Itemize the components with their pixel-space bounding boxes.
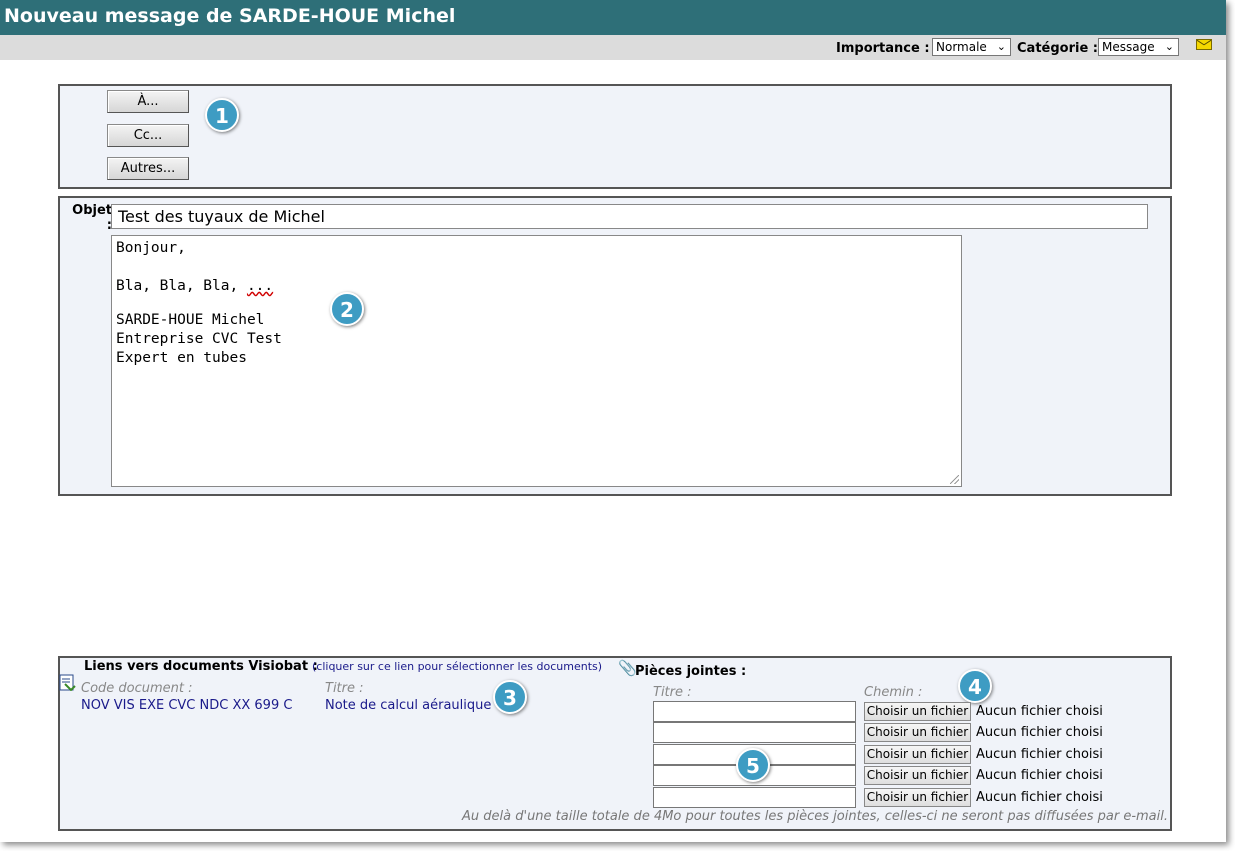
- file-status-4: Aucun fichier choisi: [976, 768, 1103, 783]
- paperclip-icon: 📎: [618, 659, 637, 677]
- attachments-heading: Pièces jointes :: [635, 664, 747, 679]
- callout-badge-4: 4: [958, 669, 992, 703]
- choose-file-button-1[interactable]: Choisir un fichier: [864, 702, 971, 721]
- attachment-title-input-1[interactable]: [653, 701, 856, 722]
- others-button[interactable]: Autres...: [107, 157, 189, 180]
- code-document-header: Code document :: [81, 681, 193, 696]
- subject-input[interactable]: Test des tuyaux de Michel: [111, 204, 1148, 229]
- file-status-2: Aucun fichier choisi: [976, 725, 1103, 740]
- misspelled-word: ...: [246, 278, 274, 294]
- resize-grip-icon[interactable]: [950, 475, 959, 484]
- body-text: Bla, Bla, Bla, ...: [116, 278, 274, 294]
- options-toolbar: Importance : Normale ⌄ Catégorie : Messa…: [0, 35, 1226, 60]
- callout-badge-3: 3: [493, 680, 527, 714]
- cc-button[interactable]: Cc...: [107, 124, 189, 147]
- doc-title-header: Titre :: [325, 681, 364, 696]
- file-status-5: Aucun fichier choisi: [976, 790, 1103, 805]
- importance-value: Normale: [936, 40, 987, 54]
- category-label: Catégorie :: [1017, 41, 1098, 56]
- document-title[interactable]: Note de calcul aéraulique: [325, 698, 491, 713]
- body-line: Expert en tubes: [116, 350, 247, 366]
- attachments-size-note: Au delà d'une taille totale de 4Mo pour …: [462, 809, 1168, 824]
- chevron-down-icon: ⌄: [1164, 40, 1174, 53]
- attachment-path-header: Chemin :: [864, 685, 923, 700]
- message-window: Nouveau message de SARDE-HOUE Michel Imp…: [0, 0, 1226, 842]
- body-line: Bonjour,: [116, 240, 186, 256]
- choose-file-button-3[interactable]: Choisir un fichier: [864, 745, 971, 764]
- choose-file-button-4[interactable]: Choisir un fichier: [864, 766, 971, 785]
- category-select[interactable]: Message ⌄: [1098, 38, 1179, 56]
- body-line: Bla, Bla, Bla, ...: [116, 278, 273, 294]
- attachment-title-input-2[interactable]: [653, 722, 856, 743]
- document-code[interactable]: NOV VIS EXE CVC NDC XX 699 C: [81, 698, 292, 713]
- subject-label: Objet :: [72, 203, 112, 233]
- body-line: Entreprise CVC Test: [116, 331, 282, 347]
- chevron-down-icon: ⌄: [996, 40, 1006, 53]
- file-status-3: Aucun fichier choisi: [976, 747, 1103, 762]
- choose-file-button-5[interactable]: Choisir un fichier: [864, 788, 971, 807]
- callout-badge-2: 2: [330, 292, 364, 326]
- select-documents-link[interactable]: (cliquer sur ce lien pour sélectionner l…: [312, 660, 602, 673]
- body-line: SARDE-HOUE Michel: [116, 312, 265, 328]
- message-body-textarea[interactable]: Bonjour, Bla, Bla, Bla, ... SARDE-HOUE M…: [111, 235, 962, 487]
- envelope-icon[interactable]: [1196, 39, 1212, 50]
- document-link-icon[interactable]: [59, 674, 77, 691]
- importance-label: Importance :: [836, 41, 930, 56]
- to-button[interactable]: À...: [107, 90, 189, 113]
- attachment-title-input-5[interactable]: [653, 787, 856, 808]
- callout-badge-1: 1: [205, 98, 239, 132]
- callout-badge-5: 5: [736, 748, 770, 782]
- window-title: Nouveau message de SARDE-HOUE Michel: [0, 0, 1226, 35]
- category-value: Message: [1102, 40, 1155, 54]
- file-status-1: Aucun fichier choisi: [976, 704, 1103, 719]
- links-heading: Liens vers documents Visiobat :: [84, 659, 318, 674]
- choose-file-button-2[interactable]: Choisir un fichier: [864, 723, 971, 742]
- importance-select[interactable]: Normale ⌄: [932, 38, 1011, 56]
- attachment-title-header: Titre :: [653, 685, 692, 700]
